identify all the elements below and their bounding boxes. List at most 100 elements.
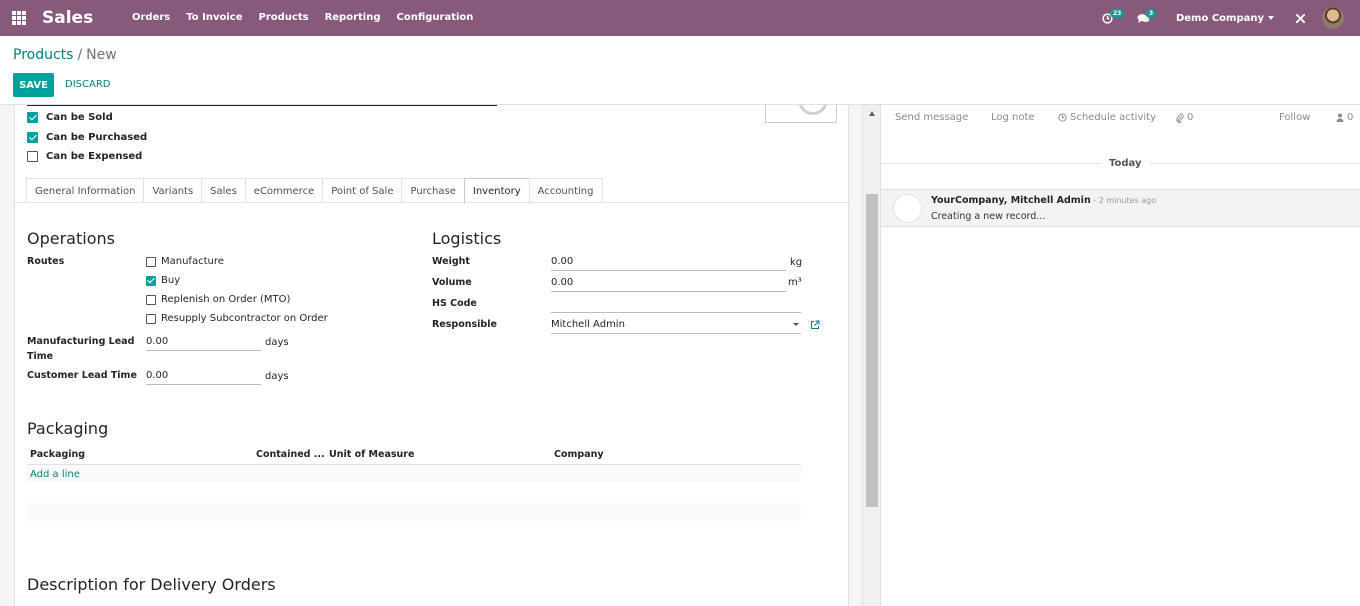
schedule-activity-button[interactable]: Schedule activity: [1058, 112, 1156, 123]
clock-icon: [1058, 113, 1067, 122]
manufacturing-lead-time-label-line1: Manufacturing Lead: [27, 336, 135, 347]
activity-button[interactable]: 23: [1094, 0, 1125, 36]
breadcrumb-current: New: [86, 47, 117, 63]
send-message-button[interactable]: Send message: [895, 112, 968, 123]
main-menu: Orders To Invoice Products Reporting Con…: [124, 0, 481, 36]
message-author-name[interactable]: YourCompany, Mitchell Admin: [931, 195, 1091, 206]
message-timestamp: - 2 minutes ago: [1090, 196, 1157, 205]
can-be-sold-label: Can be Sold: [46, 112, 113, 123]
activity-badge: 23: [1109, 9, 1125, 18]
top-navbar: Sales Orders To Invoice Products Reporti…: [0, 0, 1360, 36]
tab-ecommerce[interactable]: eCommerce: [244, 178, 324, 203]
checkbox-checked-icon[interactable]: [146, 275, 156, 286]
can-be-purchased-label: Can be Purchased: [46, 132, 148, 143]
responsible-label: Responsible: [432, 319, 497, 330]
scrollbar-thumb[interactable]: [866, 194, 878, 507]
tab-purchase[interactable]: Purchase: [401, 178, 465, 203]
checkbox-unchecked-icon[interactable]: [146, 294, 156, 305]
dropdown-caret-icon[interactable]: [793, 323, 799, 326]
can-be-expensed-checkbox[interactable]: Can be Expensed: [27, 151, 142, 162]
chatter-message: YourCompany, Mitchell Admin - 2 minutes …: [881, 189, 1360, 227]
app-name: Sales: [42, 8, 94, 28]
tab-accounting[interactable]: Accounting: [528, 178, 603, 203]
messaging-button[interactable]: 3: [1130, 0, 1158, 36]
menu-item-to-invoice[interactable]: To Invoice: [178, 0, 250, 36]
scroll-up-arrow-icon[interactable]: [869, 111, 875, 116]
tab-inventory[interactable]: Inventory: [463, 178, 530, 204]
column-header-contained-quantity[interactable]: Contained ...: [256, 449, 325, 460]
can-be-expensed-label: Can be Expensed: [46, 151, 143, 162]
company-name: Demo Company: [1175, 12, 1264, 24]
logistics-title: Logistics: [432, 229, 502, 248]
menu-item-orders[interactable]: Orders: [124, 0, 178, 36]
operations-title: Operations: [27, 229, 115, 248]
form-scrollbar[interactable]: [862, 105, 880, 606]
checkbox-unchecked-icon[interactable]: [146, 313, 156, 324]
can-be-purchased-checkbox[interactable]: Can be Purchased: [27, 132, 147, 143]
route-resupply-subcontractor[interactable]: Resupply Subcontractor on Order: [146, 313, 328, 324]
route-manufacture[interactable]: Manufacture: [146, 256, 224, 267]
discard-button[interactable]: DISCARD: [65, 79, 110, 90]
breadcrumb-separator: /: [77, 47, 83, 63]
manufacturing-lead-days-unit: days: [265, 337, 289, 348]
column-header-company[interactable]: Company: [554, 449, 604, 460]
customer-lead-time-input[interactable]: 0.00: [146, 369, 261, 385]
paperclip-icon: [1176, 113, 1184, 123]
checkbox-checked-icon[interactable]: [27, 132, 38, 143]
column-header-packaging[interactable]: Packaging: [30, 449, 85, 460]
manufacturing-lead-time-label-line2: Time: [27, 351, 54, 362]
checkbox-unchecked-icon[interactable]: [27, 151, 38, 162]
weight-input[interactable]: 0.00: [551, 255, 786, 271]
user-icon: [1336, 113, 1344, 122]
debug-tools-button[interactable]: [1286, 0, 1314, 36]
company-switcher[interactable]: Demo Company: [1176, 13, 1274, 24]
checkbox-unchecked-icon[interactable]: [146, 256, 156, 267]
message-author-avatar[interactable]: [893, 194, 922, 223]
menu-item-products[interactable]: Products: [250, 0, 316, 36]
volume-unit: m³: [788, 277, 802, 288]
today-label: Today: [1100, 158, 1151, 169]
menu-item-configuration[interactable]: Configuration: [389, 0, 482, 36]
log-note-button[interactable]: Log note: [991, 112, 1035, 123]
external-link-icon[interactable]: [810, 320, 820, 330]
customer-lead-time-label: Customer Lead Time: [27, 370, 137, 381]
chatter-panel: Send message Log note Schedule activity …: [880, 105, 1360, 606]
product-name-input-underline[interactable]: [27, 105, 497, 106]
tab-sales[interactable]: Sales: [201, 178, 246, 203]
user-avatar[interactable]: [1322, 7, 1344, 29]
wrench-cross-icon: [1295, 13, 1305, 23]
volume-input[interactable]: 0.00: [551, 276, 786, 292]
tab-point-of-sale[interactable]: Point of Sale: [322, 178, 403, 203]
can-be-sold-checkbox[interactable]: Can be Sold: [27, 112, 113, 123]
column-header-unit-of-measure[interactable]: Unit of Measure: [329, 449, 414, 460]
manufacturing-lead-time-input[interactable]: 0.00: [146, 335, 261, 351]
route-mto-label: Replenish on Order (MTO): [161, 294, 291, 305]
route-buy-label: Buy: [161, 275, 181, 286]
volume-label: Volume: [432, 277, 472, 288]
message-body: Creating a new record...: [931, 211, 1046, 222]
menu-item-reporting[interactable]: Reporting: [317, 0, 389, 36]
form-sheet: Can be Sold Can be Purchased Can be Expe…: [14, 105, 850, 606]
apps-menu-icon[interactable]: [0, 0, 38, 36]
tab-variants[interactable]: Variants: [143, 178, 203, 203]
save-button[interactable]: SAVE: [13, 73, 54, 97]
tab-general-information[interactable]: General Information: [26, 178, 145, 203]
route-manufacture-label: Manufacture: [161, 256, 224, 267]
description-delivery-title: Description for Delivery Orders: [27, 575, 276, 594]
notebook-tabs: General Information Variants Sales eComm…: [26, 178, 603, 204]
breadcrumb-products-link[interactable]: Products: [13, 47, 73, 63]
product-image-field[interactable]: [765, 105, 837, 123]
follow-button[interactable]: Follow: [1279, 112, 1310, 123]
route-mto[interactable]: Replenish on Order (MTO): [146, 294, 290, 305]
responsible-select[interactable]: Mitchell Admin: [551, 318, 801, 334]
breadcrumb: Products / New: [13, 47, 117, 63]
checkbox-checked-icon[interactable]: [27, 112, 38, 123]
attachments-count: 0: [1187, 112, 1194, 123]
route-buy[interactable]: Buy: [146, 275, 180, 286]
message-author: YourCompany, Mitchell Admin - 2 minutes …: [931, 195, 1156, 206]
attachments-button[interactable]: 0: [1176, 112, 1193, 123]
hs-code-input[interactable]: [551, 297, 801, 313]
add-a-line-link[interactable]: Add a line: [30, 469, 80, 480]
manufacturing-lead-time-label: Manufacturing Lead Time: [27, 334, 134, 364]
followers-button[interactable]: 0: [1336, 112, 1353, 123]
